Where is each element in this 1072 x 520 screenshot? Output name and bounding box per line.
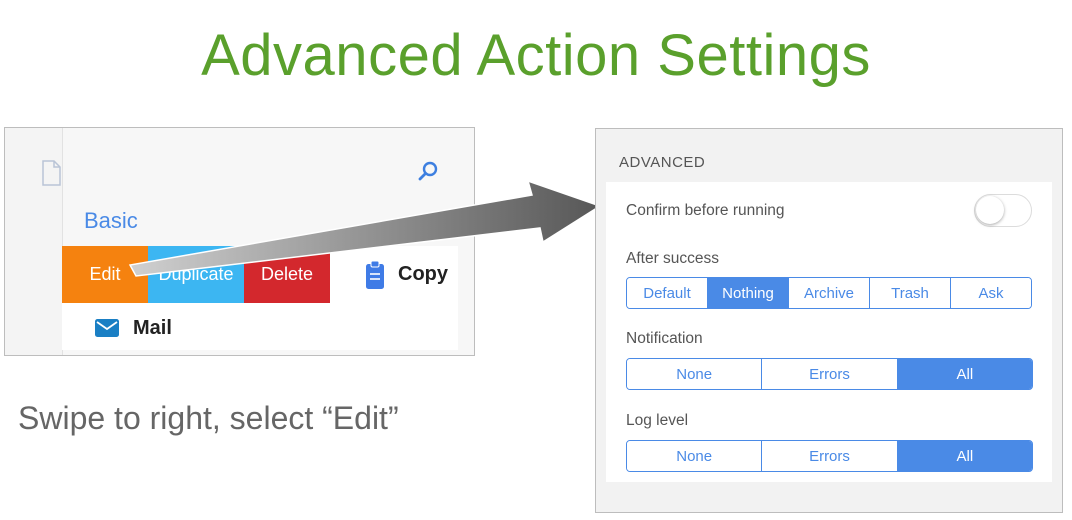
toggle-knob [976, 196, 1004, 224]
advanced-settings-card: Confirm before running After success Def… [606, 182, 1052, 482]
notification-segmented-control: None Errors All [626, 358, 1033, 390]
instruction-caption: Swipe to right, select “Edit” [18, 400, 399, 436]
after-success-option-default[interactable]: Default [627, 278, 707, 308]
after-success-label: After success [626, 250, 720, 267]
notification-label: Notification [626, 330, 703, 347]
log-level-option-all[interactable]: All [896, 441, 1032, 471]
after-success-option-trash[interactable]: Trash [869, 278, 950, 308]
log-level-option-errors[interactable]: Errors [761, 441, 897, 471]
log-level-label: Log level [626, 412, 689, 429]
log-level-option-none[interactable]: None [627, 441, 762, 471]
notification-option-none[interactable]: None [627, 359, 762, 389]
confirm-toggle[interactable] [974, 194, 1032, 227]
after-success-option-nothing[interactable]: Nothing [707, 278, 788, 308]
confirm-before-running-label: Confirm before running [626, 202, 785, 219]
section-advanced-header: ADVANCED [619, 154, 706, 171]
after-success-option-archive[interactable]: Archive [788, 278, 869, 308]
after-success-option-ask[interactable]: Ask [950, 278, 1031, 308]
advanced-settings-screenshot: ADVANCED Confirm before running After su… [595, 128, 1063, 513]
notification-option-errors[interactable]: Errors [761, 359, 897, 389]
log-level-segmented-control: None Errors All [626, 440, 1033, 472]
after-success-segmented-control: Default Nothing Archive Trash Ask [626, 277, 1032, 309]
notification-option-all[interactable]: All [896, 359, 1032, 389]
